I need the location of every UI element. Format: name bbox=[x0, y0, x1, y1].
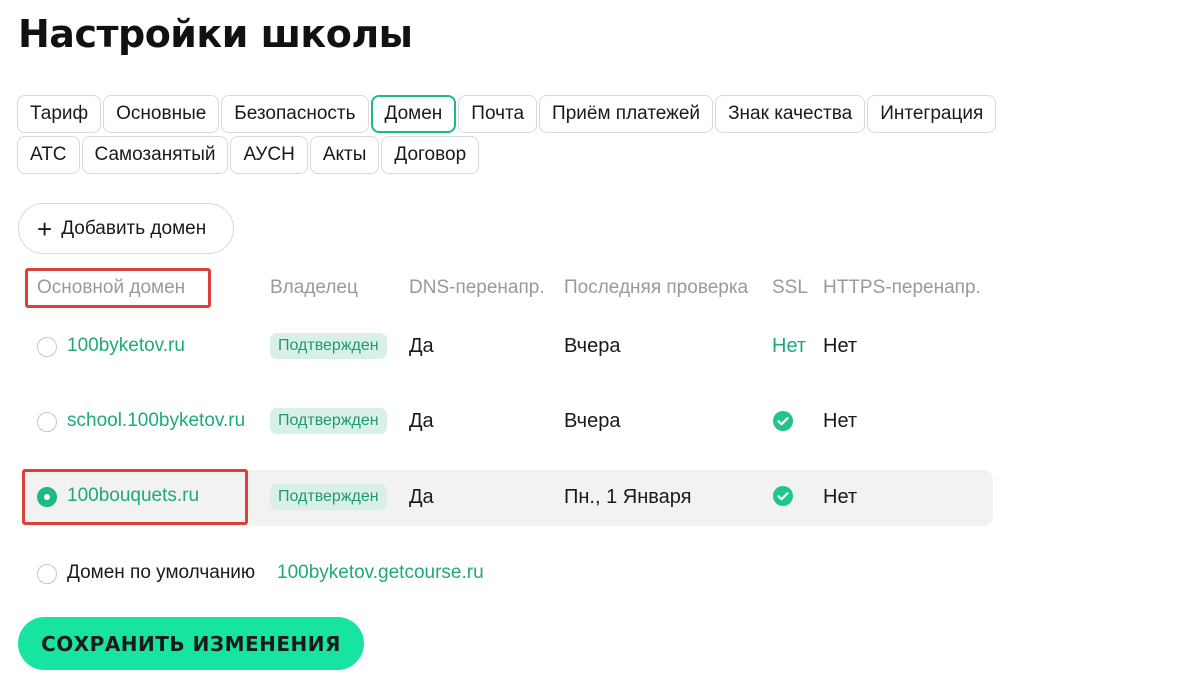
tab-payments[interactable]: Приём платежей bbox=[539, 95, 714, 133]
settings-tabs: Тариф Основные Безопасность Домен Почта … bbox=[17, 95, 1037, 174]
plus-icon: + bbox=[37, 213, 53, 244]
primary-domain-radio[interactable] bbox=[37, 487, 57, 507]
tab-quality-mark[interactable]: Знак качества bbox=[715, 95, 866, 133]
primary-domain-radio[interactable] bbox=[37, 337, 57, 357]
ssl-value: Нет bbox=[772, 335, 807, 357]
domain-link[interactable]: 100byketov.ru bbox=[67, 335, 185, 357]
column-header-primary-domain: Основной домен bbox=[37, 277, 186, 298]
tab-security[interactable]: Безопасность bbox=[221, 95, 369, 133]
column-header-dns: DNS-перенапр. bbox=[409, 277, 545, 298]
check-circle-icon bbox=[773, 411, 793, 431]
https-value: Нет bbox=[823, 335, 858, 357]
tab-mail[interactable]: Почта bbox=[458, 95, 538, 133]
save-changes-button[interactable]: СОХРАНИТЬ ИЗМЕНЕНИЯ bbox=[18, 617, 364, 670]
last-check-value: Вчера bbox=[564, 410, 621, 432]
owner-status-badge: Подтвержден bbox=[270, 333, 387, 359]
tab-acts[interactable]: Акты bbox=[309, 136, 380, 174]
page-title: Настройки школы bbox=[18, 12, 413, 56]
https-value: Нет bbox=[823, 486, 858, 508]
owner-status-badge: Подтвержден bbox=[270, 484, 387, 510]
tab-ats[interactable]: АТС bbox=[17, 136, 80, 174]
tab-self-employed[interactable]: Самозанятый bbox=[81, 136, 229, 174]
add-domain-button[interactable]: + Добавить домен bbox=[18, 203, 234, 254]
tab-integration[interactable]: Интеграция bbox=[867, 95, 997, 133]
default-domain-radio[interactable] bbox=[37, 564, 57, 584]
tab-domain[interactable]: Домен bbox=[370, 95, 457, 133]
tab-ausn[interactable]: АУСН bbox=[230, 136, 308, 174]
default-domain-link[interactable]: 100byketov.getcourse.ru bbox=[277, 562, 484, 584]
column-header-https: HTTPS-перенапр. bbox=[823, 277, 981, 298]
last-check-value: Вчера bbox=[564, 335, 621, 357]
primary-domain-radio[interactable] bbox=[37, 412, 57, 432]
tab-general[interactable]: Основные bbox=[103, 95, 220, 133]
column-header-ssl: SSL bbox=[772, 277, 808, 298]
column-header-last-check: Последняя проверка bbox=[564, 277, 749, 298]
dns-value: Да bbox=[409, 410, 434, 432]
last-check-value: Пн., 1 Января bbox=[564, 486, 692, 508]
default-domain-label: Домен по умолчанию bbox=[67, 562, 256, 583]
tab-tariff[interactable]: Тариф bbox=[17, 95, 102, 133]
domain-link[interactable]: 100bouquets.ru bbox=[67, 485, 199, 507]
owner-status-badge: Подтвержден bbox=[270, 408, 387, 434]
dns-value: Да bbox=[409, 486, 434, 508]
https-value: Нет bbox=[823, 410, 858, 432]
tab-contract[interactable]: Договор bbox=[381, 136, 480, 174]
add-domain-label: Добавить домен bbox=[61, 217, 207, 239]
column-header-owner: Владелец bbox=[270, 277, 358, 298]
dns-value: Да bbox=[409, 335, 434, 357]
check-circle-icon bbox=[773, 486, 793, 506]
domain-link[interactable]: school.100byketov.ru bbox=[67, 410, 245, 432]
